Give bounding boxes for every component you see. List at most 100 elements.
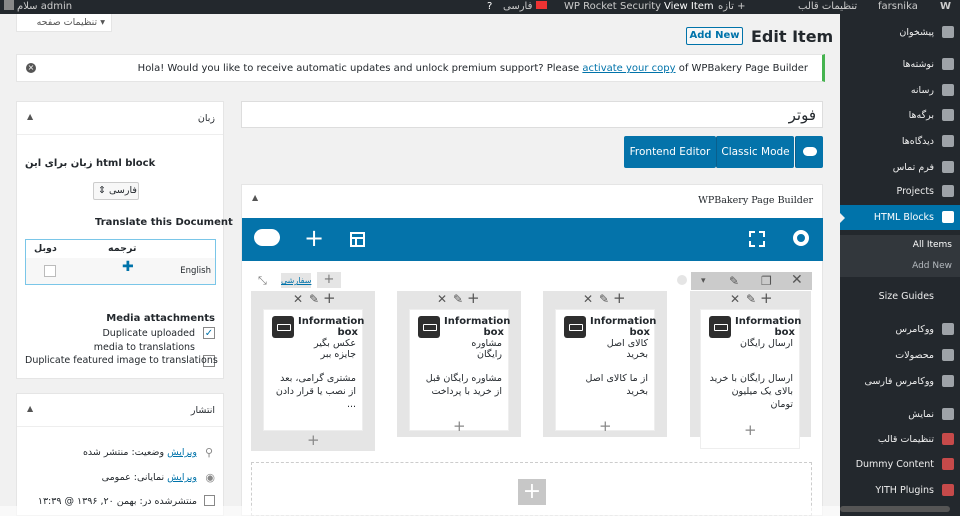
wordpress-logo-icon[interactable]: W: [940, 0, 951, 14]
menu-media[interactable]: رسانه: [840, 78, 960, 103]
column-3-add-icon[interactable]: +: [467, 291, 480, 306]
column-4-append-icon[interactable]: +: [307, 431, 320, 449]
templates-icon[interactable]: [350, 232, 365, 247]
column-2-add-icon[interactable]: +: [613, 291, 626, 306]
activate-link[interactable]: activate your copy: [582, 63, 675, 74]
column-1: ✕ ✎ + Information box ارسال رایگان ارسال…: [690, 291, 811, 449]
column-3-append-icon[interactable]: +: [453, 417, 466, 435]
submenu-all-items[interactable]: All Items: [840, 235, 960, 256]
column-4: ✕ ✎ + Information box عکس بگیر جایزه ببر…: [251, 291, 375, 451]
theme-icon: [942, 433, 954, 445]
menu-label: Dummy Content: [855, 459, 934, 470]
new-content-link[interactable]: تازه +: [718, 0, 745, 14]
dashboard-icon: [942, 26, 954, 38]
information-box-element[interactable]: Information box مشاوره رایگان مشاوره رای…: [409, 309, 510, 431]
menu-woocommerce-farsi[interactable]: ووکامرس فارسی: [840, 369, 960, 394]
column-2-edit-icon[interactable]: ✎: [599, 292, 609, 306]
eye-icon: ◉: [205, 471, 215, 484]
information-box-element[interactable]: Information box کالای اصل بخرید از ما کا…: [555, 309, 656, 431]
frontend-editor-button[interactable]: Frontend Editor: [624, 136, 716, 168]
language-switch[interactable]: فارسی: [503, 0, 547, 14]
element-subtitle: کالای اصل بخرید: [606, 338, 648, 360]
menu-woocommerce[interactable]: ووکامرس: [840, 317, 960, 342]
dismiss-icon[interactable]: ×: [26, 63, 36, 73]
row-tag[interactable]: سفارشی: [281, 273, 311, 288]
menu-label: نوشته‌ها: [902, 59, 934, 70]
visibility-edit-link[interactable]: ویرایش: [167, 472, 197, 483]
fullscreen-icon[interactable]: [749, 231, 765, 247]
admin-user[interactable]: سلام admin: [4, 0, 72, 14]
add-translation-icon[interactable]: ✚: [122, 259, 134, 275]
wp-rocket-link[interactable]: WP Rocket: [564, 0, 617, 14]
column-4-edit-icon[interactable]: ✎: [309, 292, 319, 306]
menu-dummy-content[interactable]: Dummy Content: [840, 452, 960, 477]
column-4-add-icon[interactable]: +: [323, 291, 336, 306]
page-icon: [942, 109, 954, 121]
menu-yith-plugins[interactable]: YITH Plugins: [840, 478, 960, 503]
submenu-add-new[interactable]: Add New: [840, 256, 960, 277]
column-2-append-icon[interactable]: +: [599, 417, 612, 435]
menu-pages[interactable]: برگه‌ها: [840, 103, 960, 128]
wpbakery-cloud-icon[interactable]: [254, 229, 280, 246]
row-move-icon[interactable]: ⤡: [258, 274, 267, 288]
language-select[interactable]: ⇕ فارسی: [93, 182, 139, 200]
site-name-link[interactable]: farsnika: [878, 0, 918, 14]
brush-icon: [942, 408, 954, 420]
dup-media-label: Duplicate uploaded media to translations: [93, 328, 195, 353]
menu-theme-settings[interactable]: تنظیمات قالب: [840, 427, 960, 452]
settings-gear-icon[interactable]: [793, 230, 809, 246]
triangle-down-icon: ▾: [100, 17, 105, 28]
column-3-edit-icon[interactable]: ✎: [453, 292, 463, 306]
menu-label: دیدگاه‌ها: [901, 136, 934, 147]
scrollbar[interactable]: [840, 506, 950, 512]
cloud-icon: [803, 147, 817, 156]
menu-contact-form[interactable]: فرم تماس: [840, 155, 960, 180]
add-new-button[interactable]: Add New: [686, 27, 743, 45]
delete-icon[interactable]: ✕: [791, 273, 803, 287]
dup-media-checkbox[interactable]: ✓: [203, 327, 215, 339]
view-item-link[interactable]: View Item: [664, 0, 714, 14]
collapse-triangle-icon[interactable]: ▲: [27, 404, 33, 413]
clone-icon[interactable]: ❐: [761, 274, 772, 288]
title-input[interactable]: فوتر: [241, 101, 823, 128]
add-row-button[interactable]: +: [518, 479, 546, 505]
pin-icon: [942, 58, 954, 70]
column-1-delete-icon[interactable]: ✕: [730, 292, 740, 306]
screen-options-button[interactable]: تنظیمات صفحه ▾: [16, 14, 112, 32]
element-title: Information box: [735, 316, 802, 338]
duplicate-checkbox[interactable]: [44, 265, 56, 277]
column-1-append-icon[interactable]: +: [744, 421, 757, 439]
column-2-delete-icon[interactable]: ✕: [583, 292, 593, 306]
new-label: تازه: [718, 1, 734, 12]
status-edit-link[interactable]: ویرایش: [167, 447, 197, 458]
wpbakery-logo-button[interactable]: [795, 136, 823, 168]
column-1-edit-icon[interactable]: ✎: [746, 292, 756, 306]
column-4-delete-icon[interactable]: ✕: [293, 292, 303, 306]
notice-text-before: Hola! Would you like to receive automati…: [137, 63, 583, 74]
menu-posts[interactable]: نوشته‌ها: [840, 52, 960, 77]
theme-settings-link[interactable]: تنظیمات قالب: [798, 0, 857, 14]
menu-label: فرم تماس: [892, 162, 934, 173]
row-status-dot: [677, 275, 687, 285]
menu-label: YITH Plugins: [875, 485, 934, 496]
help-icon[interactable]: ?: [487, 0, 492, 14]
security-link[interactable]: Security: [620, 0, 661, 14]
menu-html-blocks[interactable]: HTML Blocks: [839, 205, 960, 230]
column-3-delete-icon[interactable]: ✕: [437, 292, 447, 306]
menu-products[interactable]: محصولات: [840, 343, 960, 368]
collapse-triangle-icon[interactable]: ▲: [252, 193, 258, 202]
menu-comments[interactable]: دیدگاه‌ها: [840, 129, 960, 154]
row-toggle-icon[interactable]: ▾: [701, 274, 706, 288]
edit-pencil-icon[interactable]: ✎: [729, 274, 739, 288]
menu-dashboard[interactable]: پیشخوان: [840, 20, 960, 45]
add-element-icon[interactable]: +: [304, 225, 324, 251]
element-subtitle: ارسال رایگان: [740, 338, 793, 349]
information-box-element[interactable]: Information box عکس بگیر جایزه ببر مشتری…: [263, 309, 364, 431]
menu-appearance[interactable]: نمایش: [840, 402, 960, 427]
classic-mode-button[interactable]: Classic Mode: [716, 136, 794, 168]
menu-size-guides[interactable]: Size Guides: [840, 284, 960, 309]
column-1-add-icon[interactable]: +: [760, 291, 773, 306]
collapse-triangle-icon[interactable]: ▲: [27, 112, 33, 121]
row-add-column-icon[interactable]: +: [317, 272, 341, 288]
menu-projects[interactable]: Projects: [840, 179, 960, 204]
